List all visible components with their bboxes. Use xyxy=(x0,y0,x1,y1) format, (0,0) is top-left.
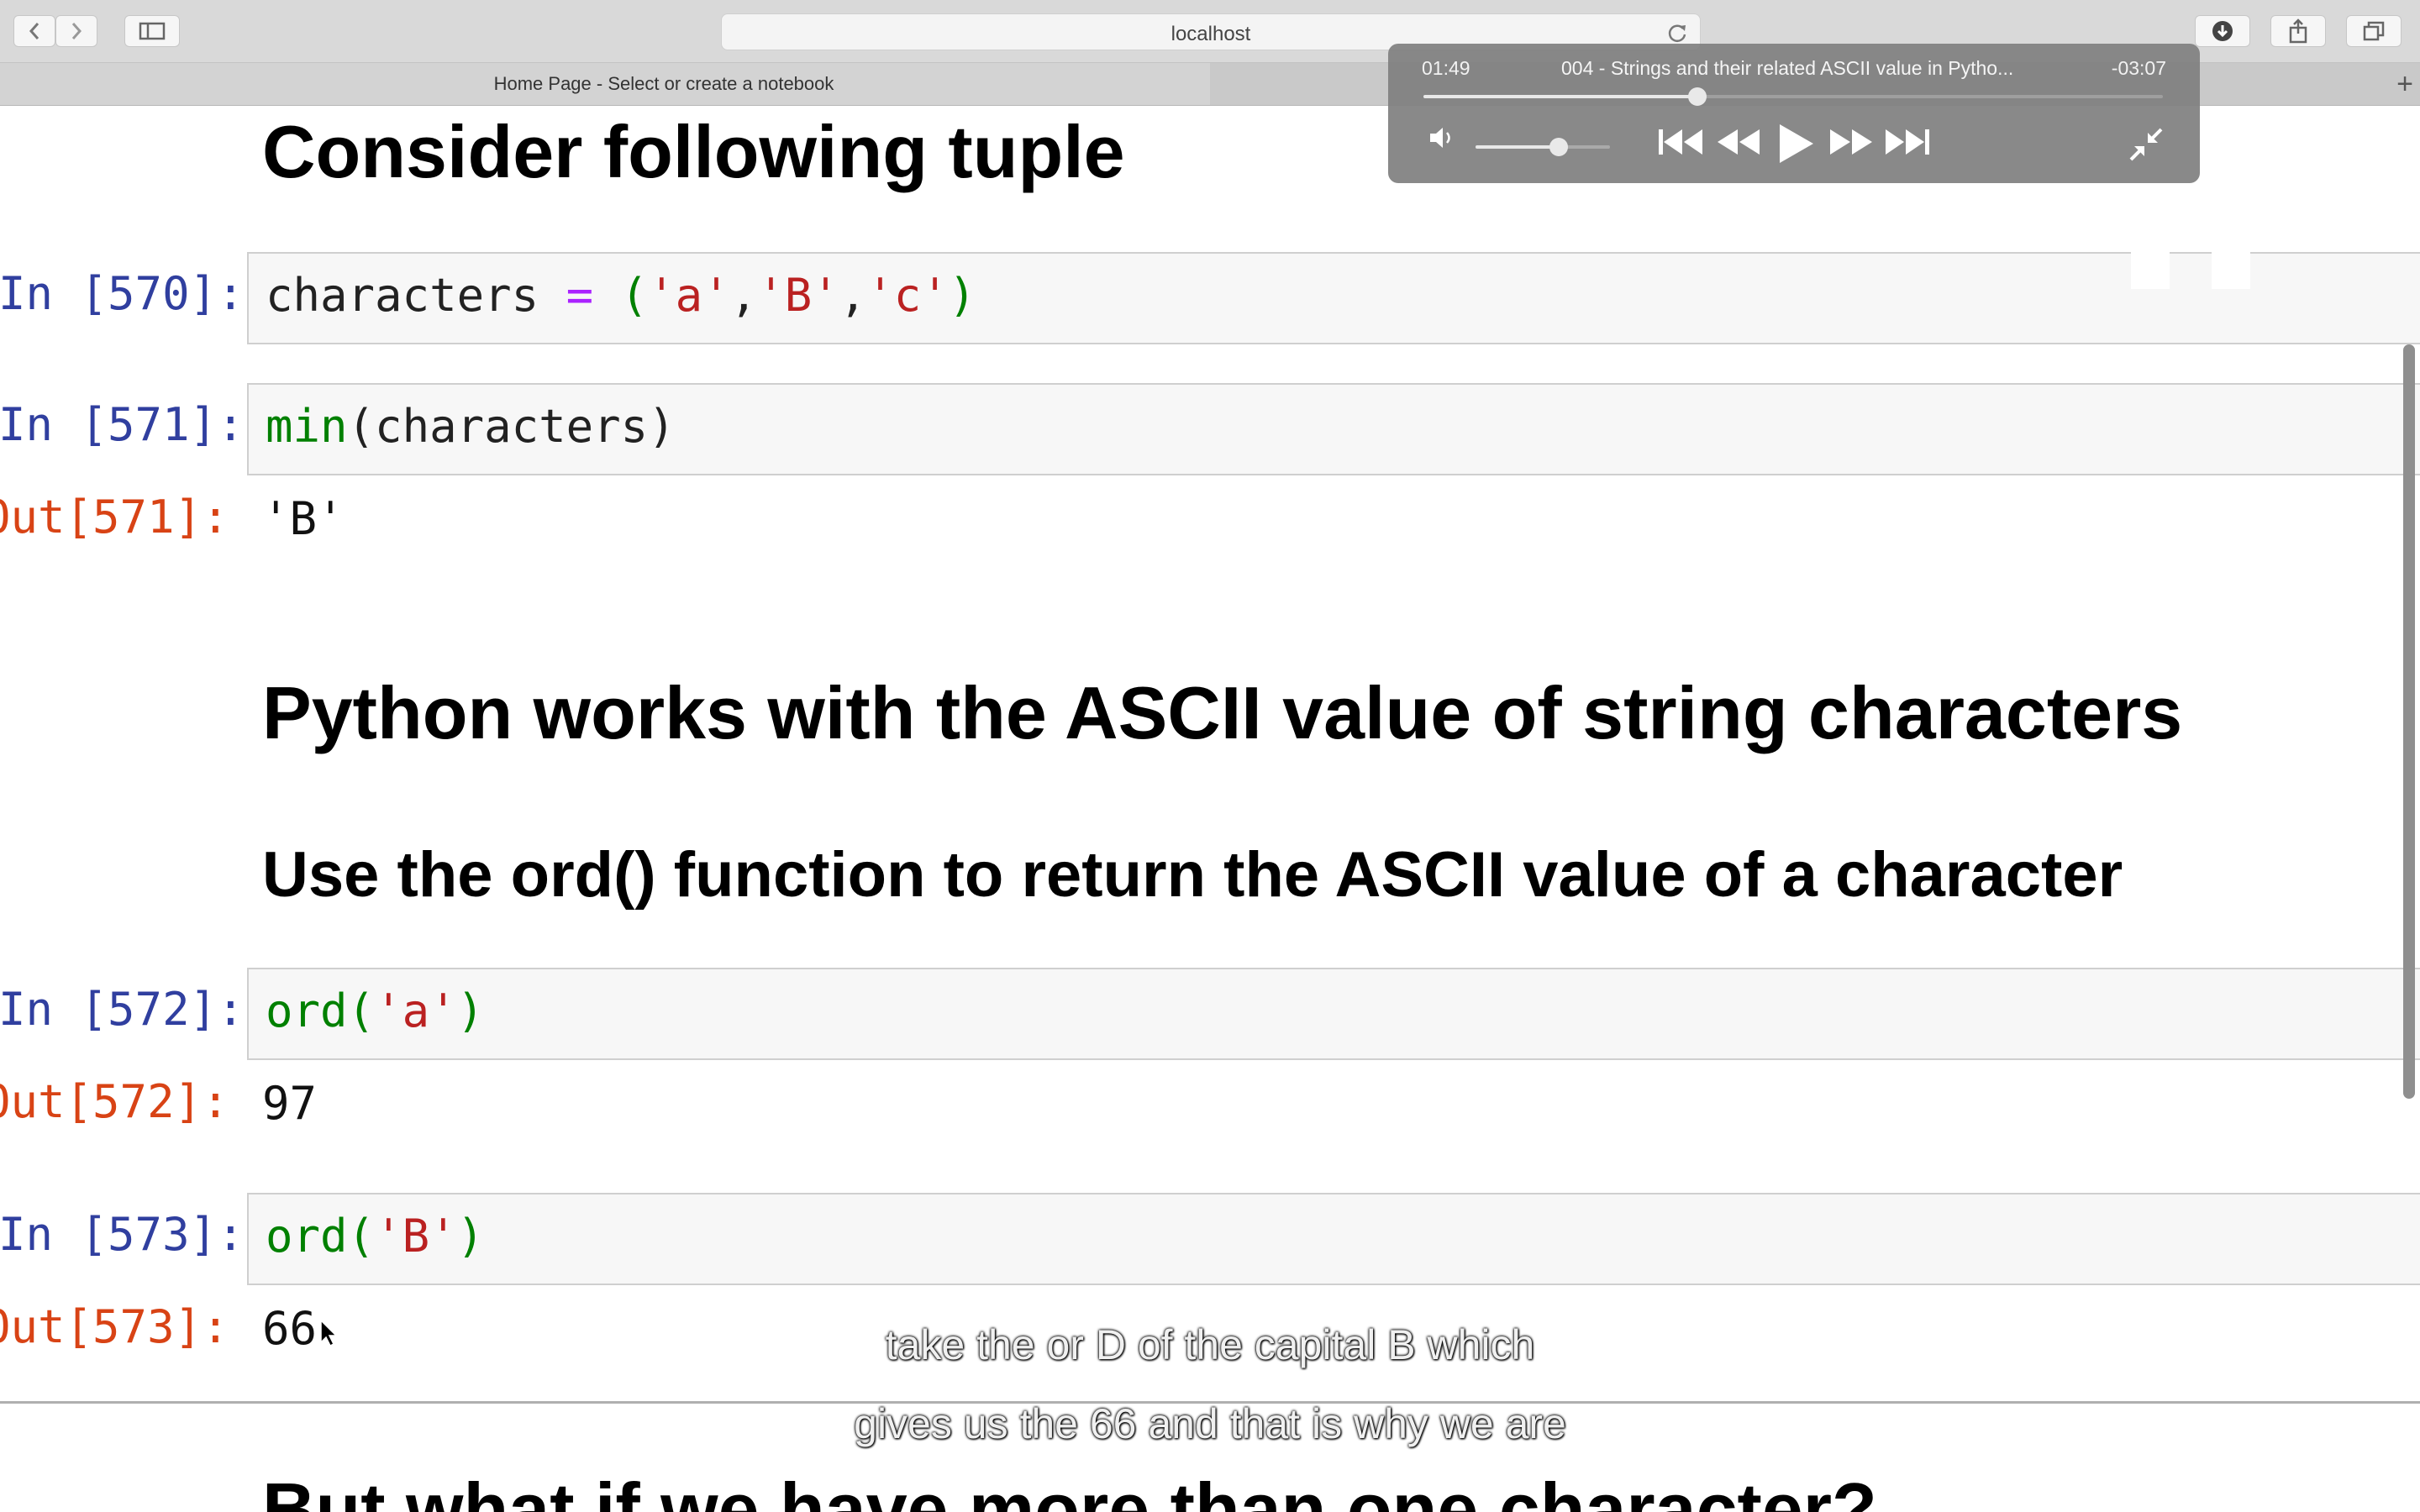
skip-forward-icon[interactable] xyxy=(1884,128,1931,156)
exit-fullscreen-icon[interactable] xyxy=(2128,126,2165,163)
rewind-icon[interactable] xyxy=(1716,128,1761,156)
code-line-571: min(characters) xyxy=(266,400,676,453)
code-token-comma: , xyxy=(729,269,758,322)
tabs-icon xyxy=(2363,21,2385,41)
share-icon xyxy=(2289,18,2307,44)
play-icon[interactable] xyxy=(1776,123,1815,165)
playback-scrubber-knob[interactable] xyxy=(1687,87,1707,106)
reload-icon[interactable] xyxy=(1666,22,1688,44)
output-prompt-571: Out[571]: xyxy=(0,491,229,543)
code-token-string: 'B' xyxy=(757,269,839,322)
volume-knob[interactable] xyxy=(1549,138,1569,156)
video-player-overlay[interactable]: 01:49 004 - Strings and their related AS… xyxy=(1388,44,2200,183)
code-token-variable: characters xyxy=(266,269,539,322)
output-572: 97 xyxy=(262,1077,318,1130)
cell-toolbar-blank xyxy=(2131,244,2170,289)
code-token-string: 'a' xyxy=(648,269,730,322)
heading-ascii-value: Python works with the ASCII value of str… xyxy=(262,671,2183,754)
code-token-paren: ( xyxy=(620,269,649,322)
downloads-button[interactable] xyxy=(2195,15,2250,47)
elapsed-time: 01:49 xyxy=(1422,57,1470,79)
remaining-time: -03:07 xyxy=(2111,57,2166,79)
skip-back-icon[interactable] xyxy=(1657,128,1704,156)
input-prompt-572: In [572]: xyxy=(0,983,245,1036)
heading-ord-function: Use the ord() function to return the ASC… xyxy=(262,839,2123,911)
volume-slider[interactable] xyxy=(1476,138,1610,156)
code-cell-573[interactable]: ord('B') xyxy=(247,1193,2420,1285)
code-token-function: ord xyxy=(266,984,348,1037)
sidebar-icon xyxy=(139,22,166,40)
volume-icon[interactable] xyxy=(1427,123,1457,153)
tabs-overview-button[interactable] xyxy=(2346,15,2402,47)
cell-toolbar-blank xyxy=(2212,244,2250,289)
code-line-570: characters = ('a','B','c') xyxy=(266,269,976,322)
output-prompt-572: Out[572]: xyxy=(0,1075,229,1128)
output-571: 'B' xyxy=(262,492,345,545)
code-cell-571[interactable]: min(characters) xyxy=(247,383,2420,475)
subtitle-line-1: take the or D of the capital B which xyxy=(885,1321,1535,1368)
share-button[interactable] xyxy=(2270,15,2326,47)
code-token-paren: ( xyxy=(347,984,376,1037)
chevron-right-icon xyxy=(71,23,82,39)
code-token-paren: ) xyxy=(948,269,976,322)
code-token-function: min xyxy=(266,400,348,453)
playback-progress-fill xyxy=(1423,95,1697,98)
vertical-scrollbar[interactable] xyxy=(2403,344,2415,1099)
new-tab-button[interactable]: + xyxy=(2396,68,2413,101)
sidebar-toggle-button[interactable] xyxy=(124,15,180,47)
code-token-paren: ) xyxy=(456,1210,485,1263)
code-token-operator: = xyxy=(539,269,621,322)
code-token-string: 'B' xyxy=(375,1210,457,1263)
download-icon xyxy=(2212,21,2233,41)
heading-more-than-one-character: But what if we have more than one charac… xyxy=(262,1467,1877,1512)
chevron-left-icon xyxy=(29,23,39,39)
input-prompt-573: In [573]: xyxy=(0,1208,245,1261)
input-prompt-571: In [571]: xyxy=(0,398,245,451)
back-button[interactable] xyxy=(13,15,55,47)
code-token-function: ord xyxy=(266,1210,348,1263)
notebook-page: Consider following tuple In [570]: chara… xyxy=(0,106,2420,1512)
volume-fill xyxy=(1476,145,1560,149)
code-token-args: (characters) xyxy=(347,400,676,453)
heading-consider-tuple: Consider following tuple xyxy=(262,110,1125,193)
code-token-string: 'a' xyxy=(375,984,457,1037)
playback-progress-bar[interactable] xyxy=(1423,87,2163,106)
code-token-paren: ) xyxy=(456,984,485,1037)
forward-button[interactable] xyxy=(55,15,97,47)
code-token-paren: ( xyxy=(347,1210,376,1263)
mouse-cursor-icon xyxy=(320,1319,338,1347)
code-cell-572[interactable]: ord('a') xyxy=(247,968,2420,1060)
fast-forward-icon[interactable] xyxy=(1828,128,1874,156)
code-token-comma: , xyxy=(839,269,867,322)
code-line-573: ord('B') xyxy=(266,1210,484,1263)
url-text: localhost xyxy=(1171,23,1251,45)
input-prompt-570: In [570]: xyxy=(0,267,245,320)
subtitle-line-2: gives us the 66 and that is why we are xyxy=(854,1400,1566,1447)
video-title: 004 - Strings and their related ASCII va… xyxy=(1561,57,2014,79)
code-token-string: 'c' xyxy=(866,269,949,322)
tab-title: Home Page - Select or create a notebook xyxy=(493,73,834,94)
code-cell-570[interactable]: characters = ('a','B','c') xyxy=(247,252,2420,344)
code-line-572: ord('a') xyxy=(266,984,484,1037)
